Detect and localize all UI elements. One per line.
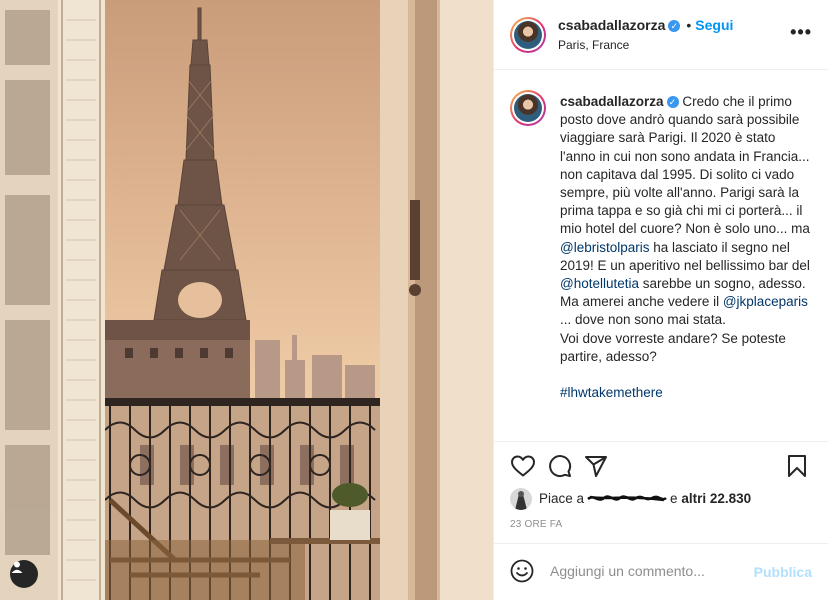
comment-composer: Pubblica bbox=[494, 543, 828, 600]
separator-dot: • bbox=[686, 17, 692, 33]
liker-avatar[interactable] bbox=[510, 488, 532, 510]
post-header: csabadallazorza ✓ • Segui Paris, France ••• bbox=[494, 0, 828, 70]
location-link[interactable]: Paris, France bbox=[558, 38, 629, 52]
comment-icon[interactable] bbox=[548, 454, 572, 478]
user-icon bbox=[11, 561, 23, 573]
caption-username-link[interactable]: csabadallazorza bbox=[560, 94, 664, 109]
instagram-post: csabadallazorza ✓ • Segui Paris, France •••… bbox=[0, 0, 828, 600]
mention-lebristolparis[interactable]: @lebristolparis bbox=[560, 240, 649, 255]
share-icon[interactable] bbox=[584, 454, 608, 478]
caption-text: csabadallazorza ✓ Credo che il primo post… bbox=[560, 93, 810, 402]
likes-prefix: Piace a bbox=[539, 491, 585, 506]
like-heart-icon[interactable] bbox=[510, 454, 536, 478]
mention-jkplaceparis[interactable]: @jkplaceparis bbox=[723, 294, 808, 309]
post-side-panel: csabadallazorza ✓ • Segui Paris, France •••… bbox=[493, 0, 828, 600]
publish-button[interactable]: Pubblica bbox=[754, 564, 812, 580]
post-timestamp[interactable]: 23 ORE FA bbox=[510, 519, 562, 530]
caption: csabadallazorza ✓ Credo che il primo post… bbox=[494, 70, 828, 442]
likes-connector: e bbox=[670, 491, 678, 506]
emoji-icon[interactable] bbox=[510, 559, 534, 583]
verified-badge-icon: ✓ bbox=[666, 96, 679, 108]
follow-button[interactable]: Segui bbox=[695, 17, 733, 33]
hashtag-link[interactable]: #lhwtakemethere bbox=[560, 385, 663, 400]
verified-badge-icon: ✓ bbox=[668, 20, 681, 32]
redacted-scribble bbox=[587, 495, 667, 502]
username-link[interactable]: csabadallazorza bbox=[558, 17, 665, 33]
avatar[interactable] bbox=[510, 17, 546, 53]
post-photo[interactable] bbox=[0, 0, 493, 600]
save-bookmark-icon[interactable] bbox=[786, 454, 808, 478]
caption-avatar[interactable] bbox=[510, 90, 546, 126]
more-options-icon[interactable]: ••• bbox=[790, 22, 812, 43]
paris-balcony-illustration bbox=[0, 0, 493, 600]
mention-hotellutetia[interactable]: @hotellutetia bbox=[560, 276, 639, 291]
tagged-users-button[interactable] bbox=[10, 560, 38, 588]
likes-count-link[interactable]: altri 22.830 bbox=[681, 491, 751, 506]
caption-body-1: Credo che il primo posto dove andrò quan… bbox=[560, 94, 814, 237]
comment-input[interactable] bbox=[550, 563, 740, 579]
